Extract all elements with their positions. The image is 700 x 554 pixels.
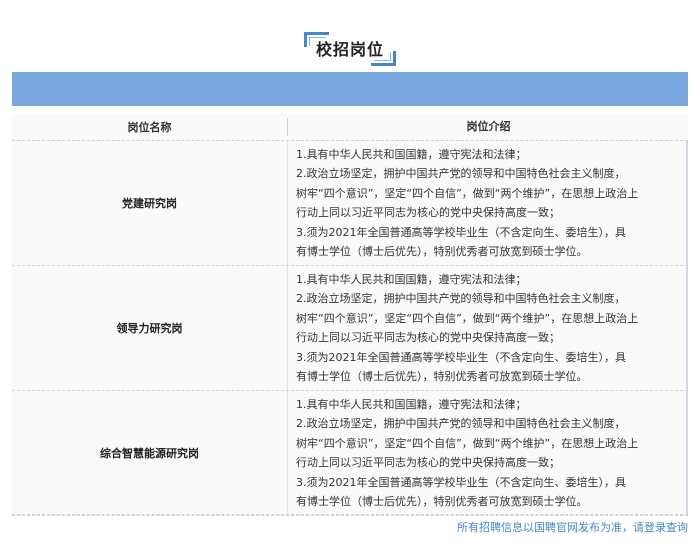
footer-divider — [12, 514, 688, 515]
position-description: 1.具有中华人民共和国国籍，遵守宪法和法律； 2.政治立场坚定，拥护中国共产党的… — [287, 266, 688, 390]
position-description: 1.具有中华人民共和国国籍，遵守宪法和法律； 2.政治立场坚定，拥护中国共产党的… — [287, 141, 688, 265]
description-line: 2.政治立场坚定，拥护中国共产党的领导和中国特色社会主义制度， — [296, 417, 626, 431]
column-header-description: 岗位介绍 — [287, 118, 689, 136]
position-name: 综合智慧能源研究岗 — [100, 447, 199, 460]
section-title-area: 校招岗位 — [0, 28, 700, 68]
description-line: 行动上同以习近平同志为核心的党中央保持高度一致； — [296, 331, 560, 345]
corner-decoration-icon — [371, 51, 396, 66]
description-line: 树牢“四个意识”，坚定“四个自信”，做到“两个维护”，在思想上政治上 — [296, 311, 639, 325]
section-title-frame: 校招岗位 — [303, 32, 396, 66]
description-line: 树牢“四个意识”，坚定“四个自信”，做到“两个维护”，在思想上政治上 — [296, 436, 639, 450]
description-line: 1.具有中华人民共和国国籍，遵守宪法和法律； — [296, 273, 527, 286]
position-name: 党建研究岗 — [122, 197, 177, 210]
positions-table: 岗位名称 岗位介绍 党建研究岗 1.具有中华人民共和国国籍，遵守宪法和法律； 2… — [12, 114, 688, 516]
description-line: 3.须为2021年全国普通高等学校毕业生（不含定向生、委培生），具 — [296, 350, 626, 364]
description-line: 有博士学位（博士后优先），特别优秀者可放宽到硕士学位。 — [296, 370, 588, 384]
table-header-row: 岗位名称 岗位介绍 — [12, 114, 688, 141]
description-line: 有博士学位（博士后优先），特别优秀者可放宽到硕士学位。 — [296, 245, 588, 259]
description-line: 3.须为2021年全国普通高等学校毕业生（不含定向生、委培生），具 — [296, 475, 626, 489]
table-row: 综合智慧能源研究岗 1.具有中华人民共和国国籍，遵守宪法和法律； 2.政治立场坚… — [12, 391, 688, 516]
description-line: 树牢“四个意识”，坚定“四个自信”，做到“两个维护”，在思想上政治上 — [296, 186, 639, 200]
position-name: 领导力研究岗 — [116, 322, 183, 335]
description-line: 2.政治立场坚定，拥护中国共产党的领导和中国特色社会主义制度， — [296, 167, 626, 181]
description-line: 有博士学位（博士后优先），特别优秀者可放宽到硕士学位。 — [296, 495, 588, 509]
description-line: 行动上同以习近平同志为核心的党中央保持高度一致； — [296, 206, 560, 220]
header-banner — [12, 72, 688, 106]
description-line: 3.须为2021年全国普通高等学校毕业生（不含定向生、委培生），具 — [296, 225, 626, 239]
position-description: 1.具有中华人民共和国国籍，遵守宪法和法律； 2.政治立场坚定，拥护中国共产党的… — [287, 391, 688, 515]
footer-note: 所有招聘信息以国聘官网发布为准，请登录查询 — [457, 521, 688, 534]
corner-decoration-icon — [303, 32, 329, 47]
table-row: 领导力研究岗 1.具有中华人民共和国国籍，遵守宪法和法律； 2.政治立场坚定，拥… — [12, 266, 688, 391]
description-line: 2.政治立场坚定，拥护中国共产党的领导和中国特色社会主义制度， — [296, 292, 626, 306]
description-line: 行动上同以习近平同志为核心的党中央保持高度一致； — [296, 456, 560, 470]
description-line: 1.具有中华人民共和国国籍，遵守宪法和法律； — [296, 398, 527, 411]
column-header-name: 岗位名称 — [127, 121, 172, 134]
description-line: 1.具有中华人民共和国国籍，遵守宪法和法律； — [296, 148, 527, 161]
table-row: 党建研究岗 1.具有中华人民共和国国籍，遵守宪法和法律； 2.政治立场坚定，拥护… — [12, 141, 688, 266]
